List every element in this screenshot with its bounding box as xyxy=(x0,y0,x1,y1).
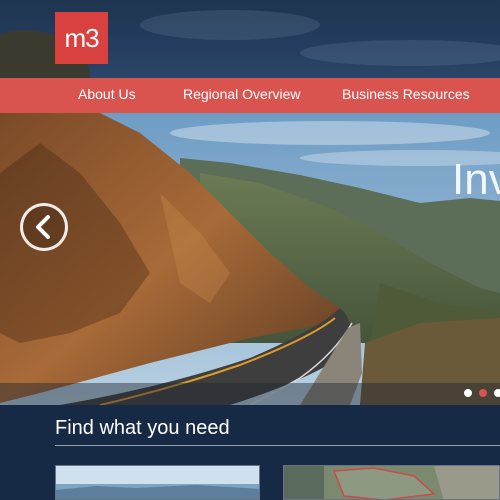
section-heading: Find what you need xyxy=(55,417,230,439)
resource-card-coast[interactable] xyxy=(55,465,260,500)
slider-pagination xyxy=(0,383,500,405)
sky-cloud xyxy=(300,40,500,66)
nav-item-about-us[interactable]: About Us xyxy=(78,78,136,113)
section-divider xyxy=(55,445,500,446)
resource-card-map[interactable] xyxy=(283,465,500,500)
nav-item-regional-overview[interactable]: Regional Overview xyxy=(183,78,301,113)
main-nav: About Us Regional Overview Business Reso… xyxy=(0,78,500,113)
hero-landscape-image xyxy=(0,113,500,405)
coast-thumbnail-image xyxy=(56,466,259,499)
site-logo[interactable]: m3 xyxy=(55,12,108,64)
hero-slider: Inv xyxy=(0,113,500,405)
hero-headline: Inv xyxy=(452,155,500,204)
find-section: Find what you need xyxy=(0,405,500,500)
site-header: m3 xyxy=(0,0,500,78)
chevron-left-icon xyxy=(36,215,50,239)
slider-prev-button[interactable] xyxy=(20,203,68,251)
slider-dot-active[interactable] xyxy=(479,389,487,397)
slider-dot[interactable] xyxy=(494,389,500,397)
map-thumbnail-image xyxy=(284,466,499,499)
slider-dot[interactable] xyxy=(464,389,472,397)
nav-item-business-resources[interactable]: Business Resources xyxy=(342,78,470,113)
sky-cloud xyxy=(140,10,320,40)
logo-text: m3 xyxy=(64,23,99,53)
